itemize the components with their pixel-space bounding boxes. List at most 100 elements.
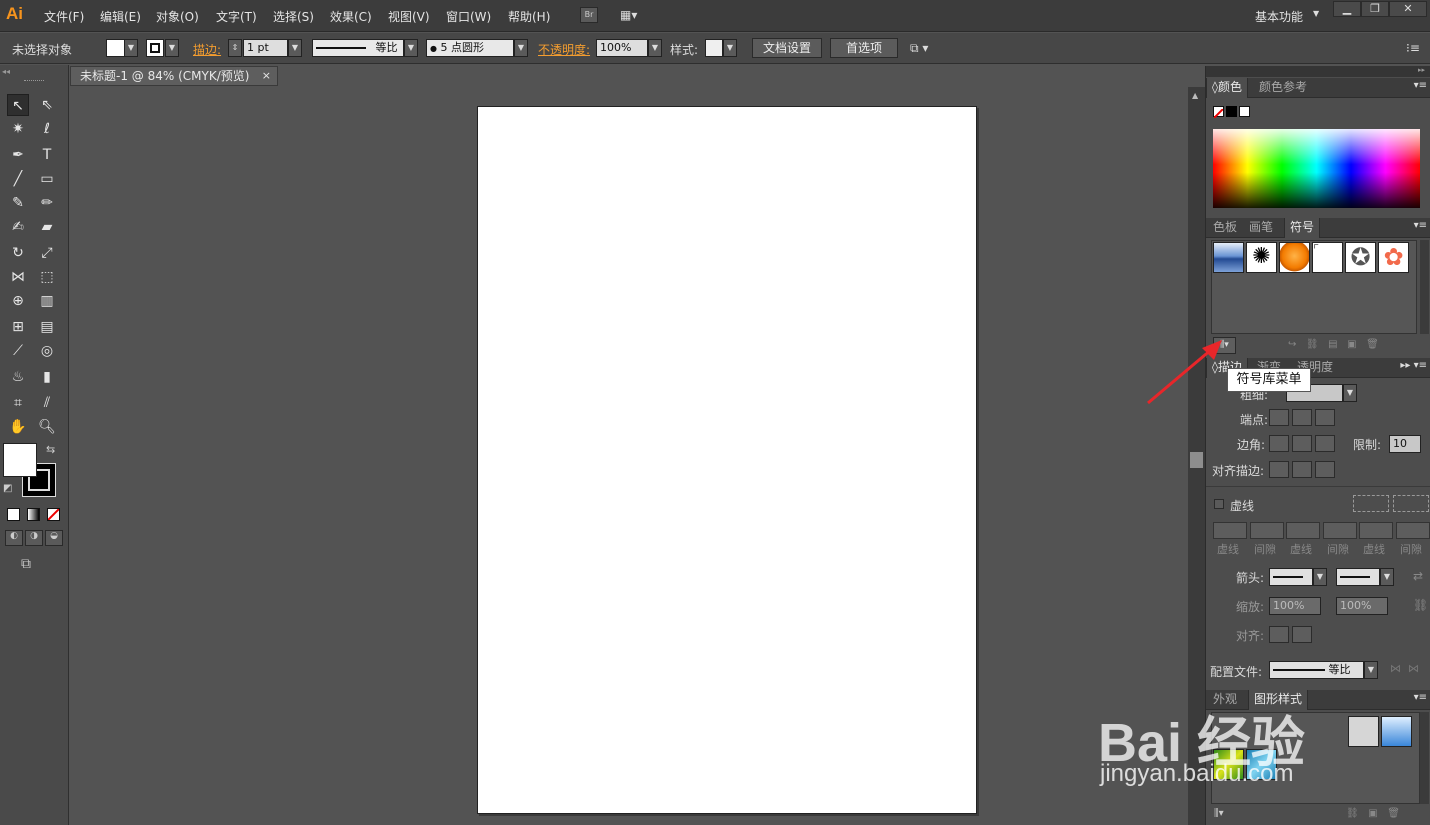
- symbol-sprayer-tool-icon[interactable]: ♨: [7, 366, 29, 388]
- lasso-tool-icon[interactable]: ℓ: [36, 118, 58, 140]
- end-arrow-select[interactable]: [1336, 568, 1380, 586]
- default-colors-icon[interactable]: ◩: [3, 483, 12, 494]
- start-scale-field[interactable]: 100%: [1269, 597, 1321, 615]
- dash-align-button[interactable]: [1393, 495, 1429, 512]
- start-arrow-select[interactable]: [1269, 568, 1313, 586]
- tab-color-guide[interactable]: 颜色参考: [1254, 78, 1312, 98]
- end-arrow-dropdown-icon[interactable]: ▼: [1380, 568, 1394, 586]
- slice-tool-icon[interactable]: ⫽: [36, 392, 58, 414]
- limit-field[interactable]: 10: [1389, 435, 1421, 453]
- arrange-documents-icon[interactable]: ▦▾: [620, 8, 646, 23]
- draw-normal-icon[interactable]: ◐: [5, 530, 23, 546]
- profile-select[interactable]: 等比: [1269, 661, 1364, 679]
- miter-join-button[interactable]: [1269, 435, 1289, 452]
- eyedropper-tool-icon[interactable]: ⟋: [7, 340, 29, 362]
- dock-collapse-icon[interactable]: ▸▸: [1206, 66, 1430, 77]
- scale-tool-icon[interactable]: ⤢: [36, 242, 58, 264]
- line-tool-icon[interactable]: ╱: [7, 168, 29, 190]
- artboard-tool-icon[interactable]: ⌗: [7, 392, 29, 414]
- style-dropdown-icon[interactable]: ▼: [723, 39, 737, 57]
- scrollbar-thumb[interactable]: [1190, 452, 1203, 468]
- dashed-checkbox[interactable]: [1214, 499, 1224, 509]
- color-panel-menu-icon[interactable]: ▾≡: [1414, 80, 1427, 91]
- symbol-blue-banner[interactable]: [1213, 242, 1244, 273]
- color-spectrum[interactable]: [1213, 129, 1420, 208]
- style-actions-icon[interactable]: ⛓ ▣ 🗑︎: [1346, 808, 1400, 819]
- width-tool-icon[interactable]: ⋈: [7, 266, 29, 288]
- dash-field-1[interactable]: [1213, 522, 1247, 539]
- gradient-mode-icon[interactable]: [27, 508, 40, 521]
- workspace-chevron-icon[interactable]: ▼: [1313, 9, 1319, 18]
- control-panel-menu-icon[interactable]: ⁝≡: [1406, 41, 1420, 55]
- symbol-flower[interactable]: ✿: [1378, 242, 1409, 273]
- menu-select[interactable]: 选择(S): [273, 8, 314, 25]
- profile-select-dropdown-icon[interactable]: ▼: [1364, 661, 1378, 679]
- stroke-panel-menu-icon[interactable]: ▸▸ ▾≡: [1400, 360, 1427, 371]
- rotate-tool-icon[interactable]: ↻: [7, 242, 29, 264]
- start-arrow-dropdown-icon[interactable]: ▼: [1313, 568, 1327, 586]
- symbol-dotted-corner[interactable]: ⌜: [1312, 242, 1343, 273]
- bevel-join-button[interactable]: [1315, 435, 1335, 452]
- hand-tool-icon[interactable]: ✋: [7, 416, 29, 438]
- menu-view[interactable]: 视图(V): [388, 8, 430, 25]
- bridge-button[interactable]: Br: [580, 7, 598, 23]
- black-color-icon[interactable]: [1226, 106, 1237, 117]
- arrow-tip-at-end-button[interactable]: [1292, 626, 1312, 643]
- draw-behind-icon[interactable]: ◑: [25, 530, 43, 546]
- color-mode-icon[interactable]: [7, 508, 20, 521]
- gap-field-1[interactable]: [1250, 522, 1284, 539]
- symbol-orange-button[interactable]: [1279, 242, 1310, 273]
- gap-field-3[interactable]: [1396, 522, 1430, 539]
- restore-button[interactable]: ❐: [1361, 1, 1389, 17]
- none-color-icon[interactable]: [1213, 106, 1224, 119]
- menu-help[interactable]: 帮助(H): [508, 8, 550, 25]
- blend-tool-icon[interactable]: ◎: [36, 340, 58, 362]
- opacity-field[interactable]: 100%: [596, 39, 648, 57]
- shape-builder-tool-icon[interactable]: ⊕: [7, 290, 29, 312]
- free-transform-tool-icon[interactable]: ⬚: [36, 266, 58, 288]
- eraser-tool-icon[interactable]: ▰: [36, 216, 58, 238]
- artboard[interactable]: [477, 106, 977, 814]
- white-color-icon[interactable]: [1239, 106, 1250, 117]
- screen-mode-icon[interactable]: ⧉: [21, 556, 31, 572]
- tab-brushes[interactable]: 画笔: [1244, 218, 1278, 238]
- symbol-actions-icon[interactable]: ↪ ⛓ ▤ ▣ 🗑︎: [1288, 339, 1379, 350]
- flip-profile-icons[interactable]: ⋈ ⋈: [1390, 662, 1419, 675]
- opacity-label[interactable]: 不透明度:: [538, 41, 590, 58]
- graphic-style-library-icon[interactable]: ⫼▾: [1214, 808, 1224, 819]
- symbols-scrollbar[interactable]: [1420, 240, 1429, 334]
- stroke-dropdown-icon[interactable]: ▼: [165, 39, 179, 57]
- dash-field-2[interactable]: [1286, 522, 1320, 539]
- align-inside-button[interactable]: [1292, 461, 1312, 478]
- tab-color[interactable]: ◊颜色: [1206, 78, 1248, 98]
- stroke-weight-stepper[interactable]: ⇕: [228, 39, 242, 57]
- swap-colors-icon[interactable]: ⇆: [46, 443, 55, 456]
- align-center-button[interactable]: [1269, 461, 1289, 478]
- none-mode-icon[interactable]: [47, 508, 60, 521]
- gap-field-2[interactable]: [1323, 522, 1357, 539]
- dash-preserve-button[interactable]: [1353, 495, 1389, 512]
- document-tab[interactable]: 未标题-1 @ 84% (CMYK/预览) ×: [70, 66, 278, 86]
- fill-dropdown-icon[interactable]: ▼: [124, 39, 138, 57]
- styles-scrollbar[interactable]: [1420, 712, 1429, 804]
- arrow-tip-beyond-button[interactable]: [1269, 626, 1289, 643]
- collapse-icon[interactable]: ◂◂: [2, 67, 10, 76]
- projecting-cap-button[interactable]: [1315, 409, 1335, 426]
- link-scale-icon[interactable]: ⛓: [1413, 598, 1428, 612]
- stroke-swatch[interactable]: [146, 39, 164, 57]
- menu-effect[interactable]: 效果(C): [330, 8, 372, 25]
- style-gray-bevel[interactable]: [1348, 716, 1379, 747]
- close-window-button[interactable]: ✕: [1389, 1, 1427, 17]
- column-graph-tool-icon[interactable]: ▮: [36, 366, 58, 388]
- variable-width-profile[interactable]: 等比: [312, 39, 404, 57]
- symbol-ring[interactable]: ✪: [1345, 242, 1376, 273]
- profile-dropdown-icon[interactable]: ▼: [404, 39, 418, 57]
- swap-arrows-icon[interactable]: ⇄: [1413, 569, 1423, 583]
- magic-wand-tool-icon[interactable]: ✷: [7, 118, 29, 140]
- paintbrush-tool-icon[interactable]: ✎: [7, 192, 29, 214]
- menu-edit[interactable]: 编辑(E): [100, 8, 141, 25]
- symbols-panel-menu-icon[interactable]: ▾≡: [1414, 220, 1427, 231]
- menu-window[interactable]: 窗口(W): [446, 8, 491, 25]
- round-cap-button[interactable]: [1292, 409, 1312, 426]
- stroke-label[interactable]: 描边:: [193, 41, 221, 58]
